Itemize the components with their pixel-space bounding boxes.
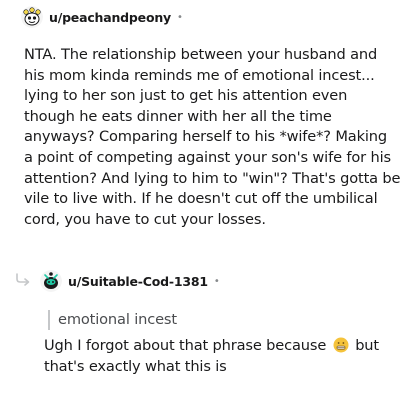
comment-username[interactable]: u/peachandpeony <box>49 10 171 25</box>
reply-line: Ugh I forgot about that phrase because b… <box>44 336 379 357</box>
comment-header: u/peachandpeony • <box>21 6 183 28</box>
avatar[interactable] <box>40 270 62 292</box>
meta-separator: • <box>176 11 183 23</box>
avatar[interactable] <box>21 6 43 28</box>
comment-line: NTA. The relationship between your husba… <box>24 46 378 63</box>
comment-line: though he eats dinner with her all the t… <box>24 107 332 125</box>
comment-body: NTA. The relationship between your husba… <box>24 45 400 230</box>
meta-separator: • <box>213 275 220 287</box>
reply-username[interactable]: u/Suitable-Cod-1381 <box>68 274 208 289</box>
comment-line: vile to live with. If he doesn't cut off… <box>24 190 378 208</box>
reply-text: but <box>355 337 379 354</box>
comment-line: cord, you have to cut your losses. <box>24 210 266 228</box>
comment-line: lying to her son just to get his attenti… <box>24 87 348 105</box>
reply-text: Ugh I forgot about that phrase because <box>44 337 327 354</box>
snoo-avatar-icon <box>21 6 43 28</box>
snoo-avatar-icon <box>40 270 62 292</box>
reply-line: that's exactly what this is <box>44 357 227 375</box>
comment-line: his mom kinda reminds me of emotional in… <box>24 66 375 84</box>
reply-header: u/Suitable-Cod-1381 • <box>40 270 220 292</box>
comment-line: attention? And lying to him to "win"? Th… <box>24 169 400 187</box>
quote-block: emotional incest <box>48 310 177 330</box>
reply-body: Ugh I forgot about that phrase because b… <box>44 336 379 377</box>
reply-thread-icon <box>16 273 30 286</box>
comment-line: anyways? Comparing herself to his *wife*… <box>24 128 387 146</box>
grimacing-face-emoji-icon <box>333 337 349 353</box>
comment-line: a point of competing against your son's … <box>24 148 391 166</box>
